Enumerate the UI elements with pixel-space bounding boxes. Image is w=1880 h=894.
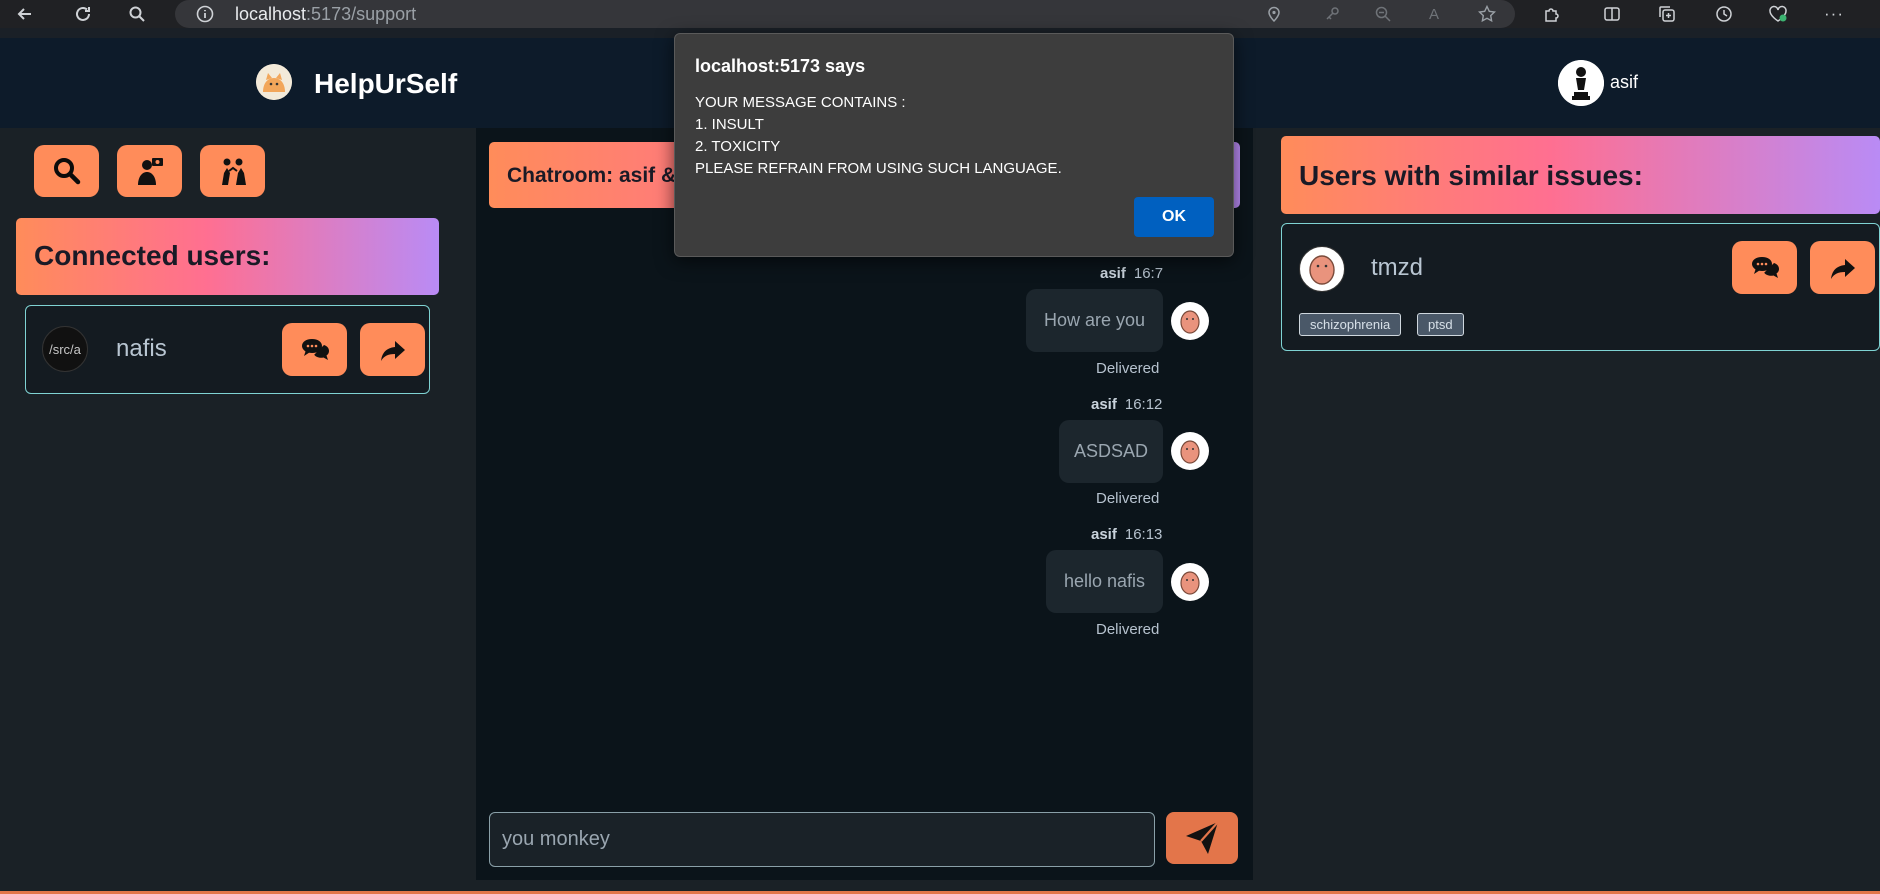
url-text: localhost:5173/support [235, 4, 416, 25]
message-sender: asif [1100, 265, 1126, 282]
zoom-out-icon[interactable] [1372, 3, 1394, 25]
search-icon [53, 158, 80, 185]
message-sender: asif [1091, 396, 1117, 413]
chatroom-title: Chatroom: asif & [507, 164, 677, 187]
issue-tag: ptsd [1417, 313, 1464, 336]
issue-tag: schizophrenia [1299, 313, 1402, 336]
url-host: localhost [235, 4, 307, 24]
browser-toolbar: localhost:5173/support A ··· [0, 0, 1880, 28]
message-bubble[interactable]: ASDSAD [1059, 420, 1163, 483]
delivery-status: Delivered [1096, 621, 1160, 638]
left-sidebar: Connected users: /src/a nafis [0, 128, 457, 894]
share-arrow-icon [1830, 258, 1855, 279]
ok-button[interactable]: OK [1134, 197, 1214, 237]
browser-essentials-icon[interactable] [1767, 3, 1789, 25]
delivery-status: Delivered [1096, 490, 1160, 507]
alert-message: YOUR MESSAGE CONTAINS : 1. INSULT 2. TOX… [695, 92, 1062, 180]
header-username[interactable]: asif [1610, 72, 1638, 93]
delivery-status: Delivered [1096, 360, 1160, 377]
similar-users-title: Users with similar issues: [1299, 160, 1643, 191]
chat-bubbles-icon [1751, 256, 1779, 278]
connected-user-name[interactable]: nafis [116, 335, 167, 363]
connected-users-title: Connected users: [34, 240, 271, 271]
chess-pawn-avatar-icon[interactable] [1558, 60, 1604, 106]
site-info-icon[interactable] [194, 3, 216, 25]
extensions-icon[interactable] [1541, 3, 1563, 25]
potato-avatar-icon [1299, 246, 1345, 292]
people-group-icon [221, 158, 246, 185]
message-time: 16:7 [1133, 265, 1164, 282]
similar-users-header: Users with similar issues: [1281, 136, 1880, 214]
history-icon[interactable] [1713, 3, 1735, 25]
refresh-icon[interactable] [72, 3, 94, 25]
more-options-icon[interactable]: ··· [1823, 3, 1845, 25]
read-aloud-icon[interactable]: A [1423, 3, 1445, 25]
chat-button[interactable] [1732, 241, 1797, 294]
address-bar[interactable]: localhost:5173/support A [175, 0, 1515, 28]
search-button[interactable] [34, 145, 99, 197]
send-paper-plane-icon [1186, 821, 1219, 854]
key-icon[interactable] [1321, 3, 1343, 25]
alert-title: localhost:5173 says [695, 56, 866, 76]
community-button[interactable] [200, 145, 265, 197]
counselor-button[interactable] [117, 145, 182, 197]
alert-line: PLEASE REFRAIN FROM USING SUCH LANGUAGE. [695, 160, 1062, 177]
message-bubble[interactable]: hello nafis [1046, 550, 1163, 613]
connected-user-row[interactable]: /src/a nafis [25, 305, 430, 394]
alert-line: 2. TOXICITY [695, 138, 781, 155]
message-meta: asif 16:13 [1091, 526, 1162, 543]
similar-user-name[interactable]: tmzd [1371, 254, 1423, 282]
potato-avatar-icon [1171, 302, 1209, 340]
send-button[interactable] [1166, 812, 1238, 864]
message-meta: asif 16:12 [1091, 396, 1162, 413]
alert-dialog: localhost:5173 says YOUR MESSAGE CONTAIN… [674, 33, 1234, 257]
logo-cat-icon[interactable] [256, 64, 292, 100]
message-input[interactable]: you monkey [489, 812, 1155, 867]
location-icon[interactable] [1263, 3, 1285, 25]
potato-avatar-icon [1171, 563, 1209, 601]
search-icon[interactable] [126, 3, 148, 25]
share-button[interactable] [360, 323, 425, 376]
share-arrow-icon [380, 340, 405, 361]
message-bubble[interactable]: How are you [1026, 289, 1163, 352]
split-screen-icon[interactable] [1601, 3, 1623, 25]
message-sender: asif [1091, 526, 1117, 543]
potato-avatar-icon [1171, 432, 1209, 470]
counselor-icon [137, 158, 163, 185]
alert-line: YOUR MESSAGE CONTAINS : [695, 94, 906, 111]
collections-icon[interactable] [1656, 3, 1678, 25]
chat-button[interactable] [282, 323, 347, 376]
brand-title[interactable]: HelpUrSelf [314, 68, 457, 100]
favorite-star-icon[interactable] [1476, 3, 1498, 25]
chat-bubbles-icon [301, 338, 329, 360]
url-path: :5173/support [306, 4, 417, 24]
message-time: 16:13 [1124, 526, 1163, 543]
broken-avatar-image: /src/a [42, 326, 88, 372]
share-button[interactable] [1810, 241, 1875, 294]
message-time: 16:12 [1124, 396, 1163, 413]
alert-line: 1. INSULT [695, 116, 764, 133]
back-icon[interactable] [14, 3, 36, 25]
connected-users-header: Connected users: [16, 218, 439, 295]
message-meta: asif 16:7 [1100, 265, 1163, 282]
